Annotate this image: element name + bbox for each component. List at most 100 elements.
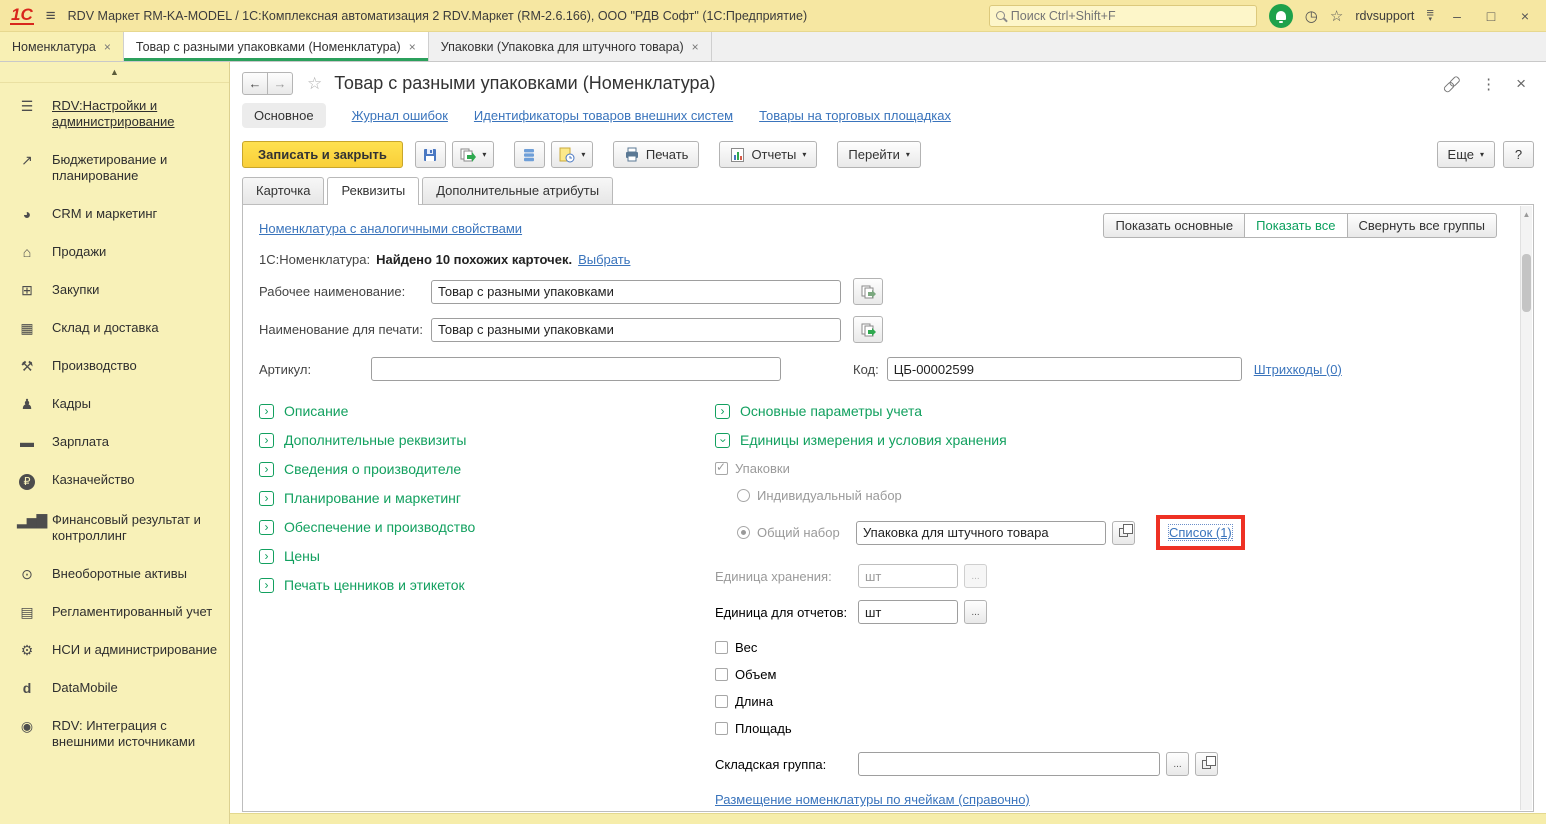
report-unit-select-button[interactable]: ... [964,600,987,624]
code-input[interactable] [887,357,1242,381]
section-description[interactable]: › Описание [259,397,715,426]
nav-link-error-log[interactable]: Журнал ошибок [352,108,448,123]
structure-button[interactable] [514,141,545,168]
section-price-tags[interactable]: › Печать ценников и этикеток [259,571,715,600]
sidebar-item-purchases[interactable]: ⊞ Закупки [0,271,229,309]
section-additional-requisites[interactable]: › Дополнительные реквизиты [259,426,715,455]
close-tab-icon[interactable]: × [692,40,699,54]
history-icon[interactable]: ◷ [1305,7,1318,25]
scroll-up-icon[interactable]: ▲ [1521,206,1532,219]
close-tab-icon[interactable]: × [409,40,416,54]
minimize-button[interactable]: – [1446,8,1468,24]
print-button[interactable]: Печать [613,141,700,168]
similar-properties-link[interactable]: Номенклатура с аналогичными свойствами [259,221,522,236]
collapse-groups-button[interactable]: Свернуть все группы [1347,213,1497,238]
sidebar-item-fixed-assets[interactable]: ⊙ Внеоборотные активы [0,555,229,593]
panel-scrollbar[interactable]: ▲ [1520,206,1532,810]
area-checkbox[interactable] [715,722,728,735]
tab-additional-attributes[interactable]: Дополнительные атрибуты [422,177,613,204]
warehouse-group-select-button[interactable]: ... [1166,752,1189,776]
tab-card[interactable]: Карточка [242,177,324,204]
sidebar-item-crm[interactable]: ◕ CRM и маркетинг [0,195,229,233]
close-window-button[interactable]: × [1514,8,1536,24]
copy-actions-button[interactable]: ▾ [452,141,494,168]
chevron-right-icon: › [259,520,274,535]
notifications-button[interactable] [1269,4,1293,28]
maximize-button[interactable]: □ [1480,8,1502,24]
article-input[interactable] [371,357,781,381]
section-units-storage[interactable]: › Единицы измерения и условия хранения [715,426,1515,455]
working-name-input[interactable] [431,280,841,304]
more-button[interactable]: Еще ▾ [1437,141,1495,168]
tab-requisites[interactable]: Реквизиты [327,177,419,205]
show-all-button[interactable]: Показать все [1244,213,1347,238]
packages-list-link[interactable]: Список (1) [1169,525,1232,540]
placement-by-cells-link[interactable]: Размещение номенклатуры по ячейкам (спра… [715,792,1030,807]
close-form-icon[interactable]: × [1516,74,1526,94]
nav-link-external-ids[interactable]: Идентификаторы товаров внешних систем [474,108,733,123]
reports-button[interactable]: Отчеты ▾ [719,141,817,168]
open-shared-set-button[interactable] [1112,521,1135,545]
sidebar-scroll-up[interactable]: ▲ [0,62,229,83]
sidebar-item-budgeting[interactable]: ↗ Бюджетирование и планирование [0,141,229,195]
get-link-icon[interactable] [1438,70,1464,96]
section-supply-production[interactable]: › Обеспечение и производство [259,513,715,542]
nav-link-main[interactable]: Основное [242,103,326,128]
nav-forward-button[interactable]: → [267,72,293,95]
nav-link-marketplaces[interactable]: Товары на торговых площадках [759,108,951,123]
sliders-icon: ☰ [17,98,37,114]
report-unit-input[interactable] [858,600,958,624]
warehouse-group-open-button[interactable] [1195,752,1218,776]
tab-packages[interactable]: Упаковки (Упаковка для штучного товара) … [429,32,712,61]
barcodes-link[interactable]: Штрихкоды (0) [1254,362,1342,377]
warehouse-group-input[interactable] [858,752,1160,776]
nav-back-button[interactable]: ← [242,72,268,95]
help-button[interactable]: ? [1503,141,1534,168]
shared-set-input[interactable] [856,521,1106,545]
search-input[interactable] [1011,9,1250,23]
sidebar-item-treasury[interactable]: ₽ Казначейство [0,461,229,501]
save-button[interactable] [415,141,446,168]
global-search[interactable] [989,5,1257,27]
sidebar-item-rdv-settings[interactable]: ☰ RDV:Настройки и администрирование [0,87,229,141]
sidebar-item-salary[interactable]: ▬ Зарплата [0,423,229,461]
section-planning-marketing[interactable]: › Планирование и маркетинг [259,484,715,513]
print-name-input[interactable] [431,318,841,342]
sidebar-item-hr[interactable]: ♟ Кадры [0,385,229,423]
section-main-accounting-params[interactable]: › Основные параметры учета [715,397,1515,426]
sidebar-item-rdv-integration[interactable]: ◉ RDV: Интеграция с внешними источниками [0,707,229,761]
weight-checkbox[interactable] [715,641,728,654]
scrollbar-thumb[interactable] [1522,254,1531,312]
service-menu-icon[interactable]: ≡ ▾ [1426,9,1434,23]
current-user[interactable]: rdvsupport [1355,9,1414,23]
sidebar-item-regulated-accounting[interactable]: ▤ Регламентированный учет [0,593,229,631]
goto-button[interactable]: Перейти ▾ [837,141,921,168]
volume-checkbox[interactable] [715,668,728,681]
show-main-button[interactable]: Показать основные [1103,213,1245,238]
save-and-close-button[interactable]: Записать и закрыть [242,141,403,168]
sidebar-item-warehouse[interactable]: ▦ Склад и доставка [0,309,229,347]
main-menu-icon[interactable]: ≡ [46,6,56,26]
sidebar-item-sales[interactable]: ⌂ Продажи [0,233,229,271]
more-options-icon[interactable]: ⋮ [1481,75,1496,93]
history-actions-button[interactable]: ▾ [551,141,593,168]
storage-unit-label: Единица хранения: [715,569,851,584]
sidebar-item-production[interactable]: ⚒ Производство [0,347,229,385]
favorites-star-icon[interactable]: ☆ [1330,7,1343,25]
weight-label: Вес [735,640,757,655]
sidebar-item-datamobile[interactable]: d DataMobile [0,669,229,707]
favorite-star-icon[interactable]: ☆ [307,74,322,94]
section-manufacturer-info[interactable]: › Сведения о производителе [259,455,715,484]
tab-product-with-packages[interactable]: Товар с разными упаковками (Номенклатура… [124,32,429,61]
choose-link[interactable]: Выбрать [578,252,630,267]
section-prices[interactable]: › Цены [259,542,715,571]
close-tab-icon[interactable]: × [104,40,111,54]
copy-name-button[interactable] [853,278,883,305]
sidebar-item-nsi-admin[interactable]: ⚙ НСИ и администрирование [0,631,229,669]
copy-print-name-button[interactable] [853,316,883,343]
tab-nomenclature[interactable]: Номенклатура × [0,32,124,61]
length-checkbox[interactable] [715,695,728,708]
window-title-bar: 1С ≡ RDV Маркет RM-KA-MODEL / 1С:Комплек… [0,0,1546,32]
main-area: ← → ☆ Товар с разными упаковками (Номенк… [230,62,1546,824]
sidebar-item-fin-result[interactable]: ▂▅▇ Финансовый результат и контроллинг [0,501,229,555]
